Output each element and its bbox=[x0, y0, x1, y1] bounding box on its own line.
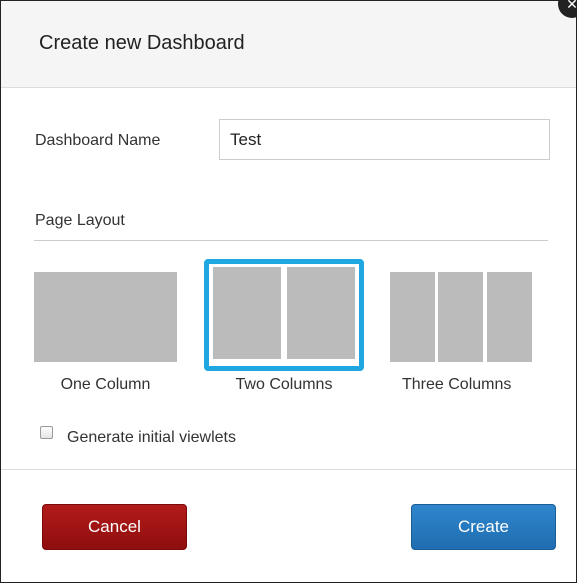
create-button[interactable]: Create bbox=[411, 504, 556, 550]
layout-three-columns-option[interactable] bbox=[390, 272, 532, 362]
column-block bbox=[213, 267, 281, 359]
cancel-button[interactable]: Cancel bbox=[42, 504, 187, 550]
column-block bbox=[487, 272, 532, 362]
footer-divider bbox=[1, 469, 576, 470]
layout-one-column-label: One Column bbox=[60, 376, 151, 393]
generate-viewlets-label[interactable]: Generate initial viewlets bbox=[67, 429, 236, 447]
section-divider bbox=[34, 240, 548, 241]
column-block bbox=[390, 272, 435, 362]
create-dashboard-dialog: Create new Dashboard Dashboard Name Page… bbox=[0, 0, 577, 583]
column-block bbox=[287, 267, 355, 359]
column-block bbox=[438, 272, 483, 362]
dashboard-name-label: Dashboard Name bbox=[35, 132, 161, 149]
dialog-title: Create new Dashboard bbox=[39, 32, 245, 54]
layout-two-columns-label: Two Columns bbox=[235, 376, 333, 393]
dialog-header: Create new Dashboard bbox=[1, 1, 576, 88]
page-layout-label: Page Layout bbox=[35, 212, 125, 229]
generate-viewlets-checkbox[interactable] bbox=[40, 426, 53, 439]
dashboard-name-input[interactable] bbox=[219, 119, 550, 160]
layout-one-column-option[interactable] bbox=[34, 272, 177, 362]
column-block bbox=[34, 272, 177, 362]
layout-three-columns-label: Three Columns bbox=[402, 376, 512, 393]
layout-two-columns-option[interactable] bbox=[204, 259, 364, 371]
